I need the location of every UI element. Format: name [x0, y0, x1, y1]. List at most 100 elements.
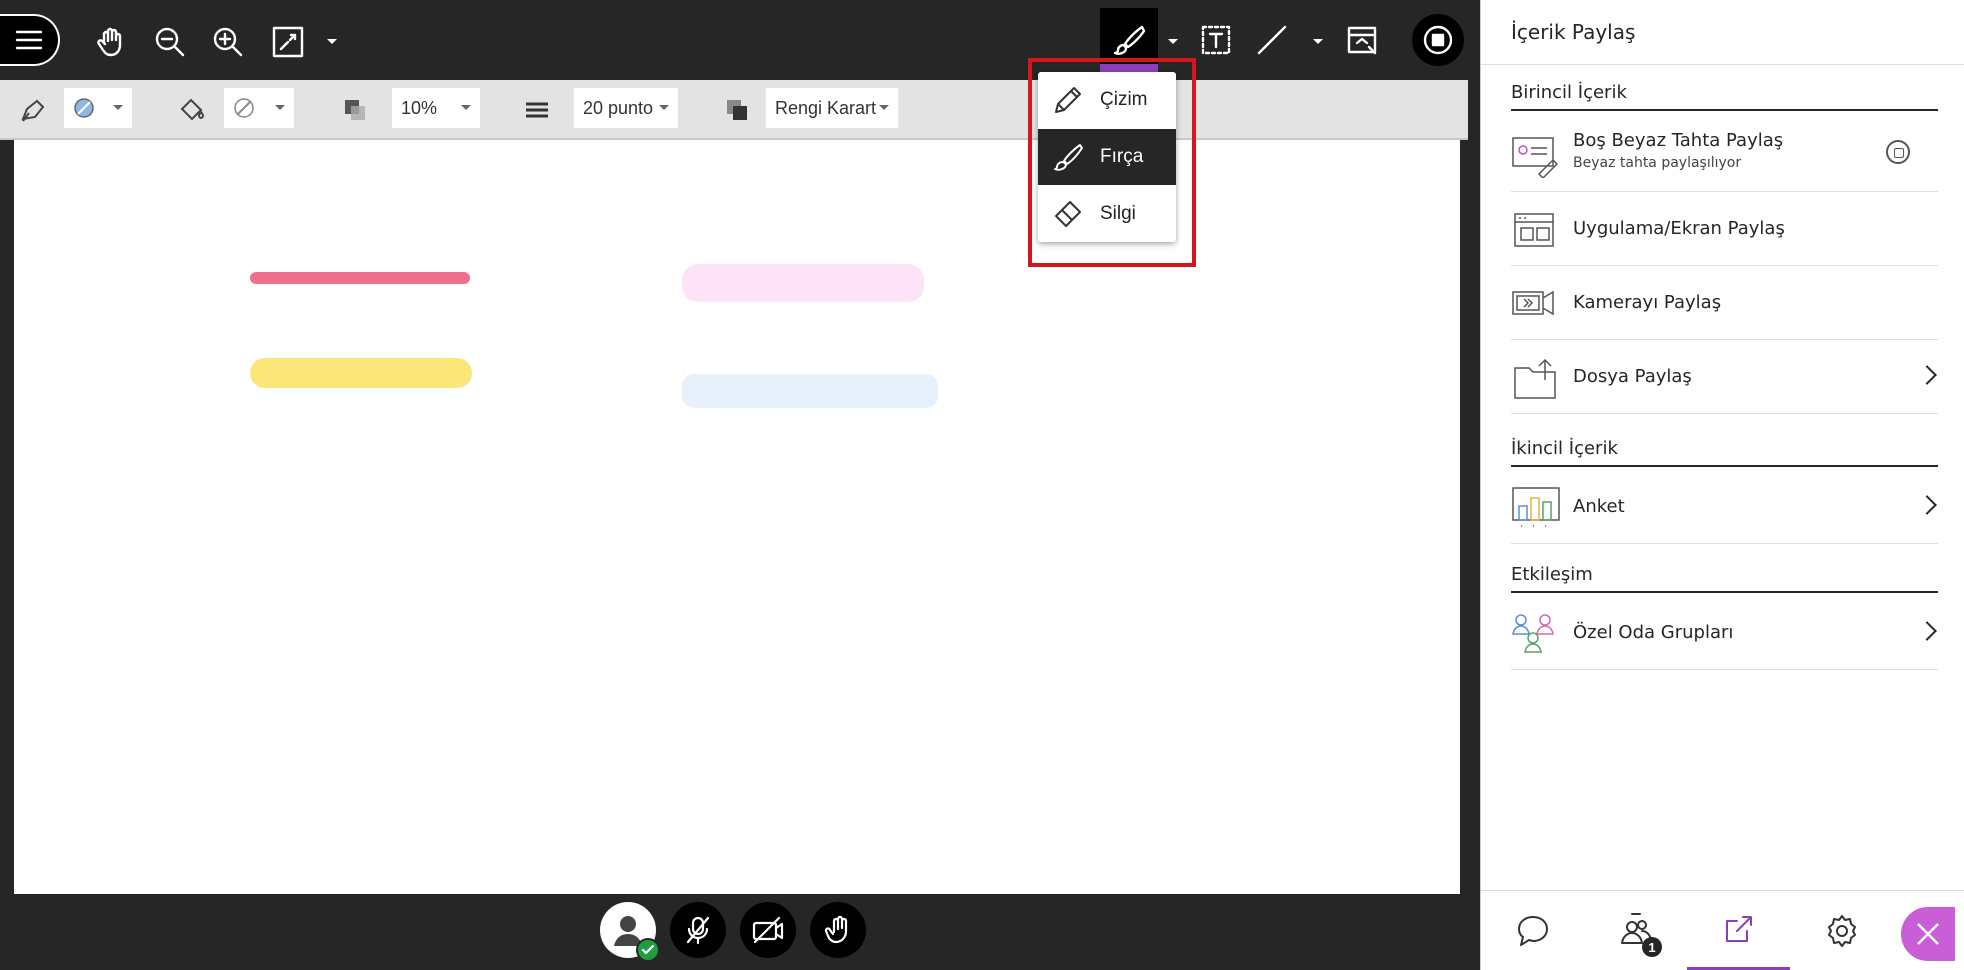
- share-camera-label: Kamerayı Paylaş: [1573, 292, 1722, 313]
- brush-stroke: [250, 272, 470, 284]
- share-application-label: Uygulama/Ekran Paylaş: [1573, 218, 1785, 239]
- menu-item-pencil[interactable]: Çizim: [1038, 72, 1176, 128]
- stroke-color-select[interactable]: [64, 88, 132, 128]
- brush-stroke: [682, 264, 924, 302]
- share-content-panel: İçerik Paylaş Birincil İçerik Boş Beyaz …: [1480, 0, 1964, 970]
- collaborate-app: 10% 20 punto Rengi Karart Çizim Fırça Si…: [0, 0, 1964, 970]
- tab-share-content[interactable]: [1687, 891, 1790, 970]
- text-tool-icon: [1201, 25, 1231, 55]
- menu-item-label: Silgi: [1100, 203, 1136, 224]
- blend-mode-value: Rengi Karart: [775, 97, 877, 118]
- top-toolbar: [0, 0, 1480, 80]
- breakout-groups-item[interactable]: Özel Oda Grupları: [1511, 596, 1938, 670]
- tab-chat[interactable]: [1481, 891, 1584, 970]
- line-tool-icon: [1257, 25, 1287, 55]
- pan-tool-button[interactable]: [92, 22, 132, 62]
- poll-chart-icon: [1512, 487, 1560, 527]
- share-whiteboard-item[interactable]: Boş Beyaz Tahta Paylaş Beyaz tahta payla…: [1511, 118, 1938, 192]
- image-tool-icon: [1347, 26, 1377, 55]
- stroke-color-icon: [16, 94, 48, 126]
- menu-item-label: Fırça: [1100, 146, 1144, 167]
- tab-settings[interactable]: [1790, 891, 1893, 970]
- pencil-icon: [1055, 87, 1081, 113]
- chevron-right-icon: [1917, 621, 1937, 641]
- brush-icon: [1113, 25, 1146, 55]
- menu-icon: [15, 30, 43, 50]
- brush-icon: [1054, 144, 1083, 171]
- poll-label: Anket: [1573, 496, 1625, 517]
- panel-tab-bar: 1: [1481, 890, 1964, 970]
- camera-button[interactable]: [740, 902, 796, 958]
- opacity-value: 10%: [401, 97, 438, 118]
- menu-item-label: Çizim: [1100, 89, 1148, 110]
- brush-options-caret[interactable]: [1168, 39, 1178, 44]
- poll-item[interactable]: Anket: [1511, 470, 1938, 544]
- camera-off-icon: [752, 916, 784, 944]
- share-whiteboard-status: Beyaz tahta paylaşılıyor: [1573, 155, 1742, 171]
- stop-icon[interactable]: [1886, 140, 1910, 164]
- stroke-size-select[interactable]: 20 punto: [574, 88, 678, 128]
- share-icon: [1725, 916, 1752, 942]
- fit-screen-button[interactable]: [268, 22, 308, 62]
- menu-item-brush[interactable]: Fırça: [1038, 129, 1176, 185]
- share-camera-item[interactable]: Kamerayı Paylaş: [1511, 266, 1938, 340]
- stroke-size-icon: [522, 96, 552, 124]
- divider: [1481, 64, 1964, 65]
- status-check-icon: [636, 938, 660, 962]
- opacity-icon: [340, 96, 370, 124]
- fill-color-select[interactable]: [224, 88, 294, 128]
- chat-icon: [1517, 916, 1548, 946]
- zoom-in-icon: [213, 27, 243, 57]
- blend-mode-select[interactable]: Rengi Karart: [766, 88, 898, 128]
- share-application-item[interactable]: Uygulama/Ekran Paylaş: [1511, 192, 1938, 266]
- fit-options-caret[interactable]: [327, 39, 337, 44]
- draw-tool-menu: Çizim Fırça Silgi: [1038, 72, 1176, 242]
- zoom-out-icon: [155, 27, 185, 57]
- fit-screen-icon: [272, 26, 304, 58]
- camera-share-icon: [1512, 290, 1554, 316]
- stroke-size-value: 20 punto: [583, 97, 654, 118]
- brush-options-bar: 10% 20 punto Rengi Karart: [0, 80, 1468, 140]
- chevron-right-icon: [1917, 495, 1937, 515]
- brush-stroke: [682, 374, 938, 408]
- zoom-in-button[interactable]: [208, 22, 248, 62]
- mic-muted-icon: [686, 916, 710, 945]
- stop-sharing-button[interactable]: [1412, 14, 1464, 66]
- no-color-icon: [74, 98, 94, 118]
- share-file-label: Dosya Paylaş: [1573, 366, 1692, 387]
- section-heading-primary: Birincil İçerik: [1511, 82, 1938, 111]
- line-tool-button[interactable]: [1252, 20, 1292, 60]
- breakout-groups-icon: [1512, 614, 1554, 653]
- menu-item-eraser[interactable]: Silgi: [1038, 186, 1176, 242]
- session-controls: [600, 902, 870, 964]
- share-whiteboard-label: Boş Beyaz Tahta Paylaş: [1573, 130, 1784, 151]
- application-window-icon: [1514, 213, 1554, 247]
- opacity-select[interactable]: 10%: [392, 88, 480, 128]
- breakout-groups-label: Özel Oda Grupları: [1573, 622, 1734, 643]
- zoom-out-button[interactable]: [150, 22, 190, 62]
- hand-icon: [97, 27, 122, 57]
- raise-hand-icon: [824, 915, 848, 944]
- tab-participants[interactable]: 1: [1584, 891, 1687, 970]
- share-file-item[interactable]: Dosya Paylaş: [1511, 340, 1938, 414]
- whiteboard-area: 10% 20 punto Rengi Karart Çizim Fırça Si…: [0, 0, 1480, 970]
- raise-hand-button[interactable]: [810, 902, 866, 958]
- close-icon: [1917, 923, 1939, 945]
- close-panel-button[interactable]: [1901, 907, 1955, 961]
- text-tool-button[interactable]: [1196, 20, 1236, 60]
- chevron-right-icon: [1917, 365, 1937, 385]
- panel-title: İçerik Paylaş: [1511, 20, 1636, 44]
- image-tool-button[interactable]: [1342, 20, 1382, 60]
- participants-count-badge: 1: [1642, 937, 1662, 957]
- my-status-button[interactable]: [600, 902, 660, 962]
- whiteboard-icon: [1512, 137, 1559, 178]
- section-heading-interaction: Etkileşim: [1511, 564, 1938, 593]
- blend-mode-icon: [722, 96, 752, 124]
- no-fill-icon: [234, 98, 254, 118]
- line-options-caret[interactable]: [1313, 39, 1323, 44]
- microphone-button[interactable]: [670, 902, 726, 958]
- fill-color-icon: [176, 94, 208, 126]
- folder-upload-icon: [1514, 358, 1556, 399]
- whiteboard-canvas[interactable]: [14, 140, 1460, 894]
- main-menu-button[interactable]: [0, 14, 60, 66]
